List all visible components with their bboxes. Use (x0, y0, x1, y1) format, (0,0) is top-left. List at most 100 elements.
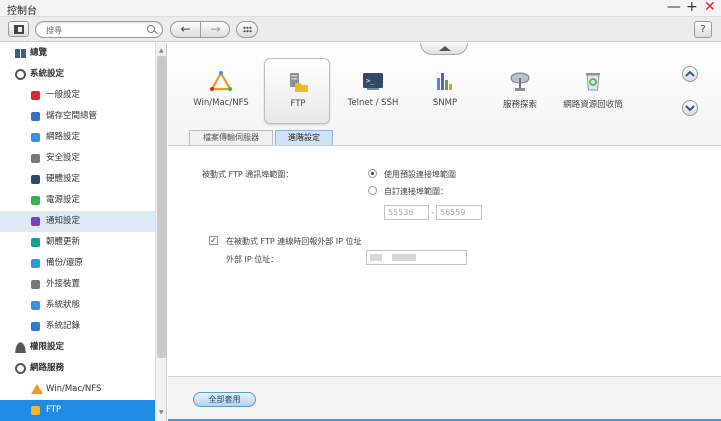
win-mac-nfs-icon (31, 384, 43, 394)
ftp-icon (31, 406, 40, 415)
sidebar-item-label: 韌體更新 (46, 237, 81, 247)
external-ip-label: 外部 IP 位址： (226, 255, 279, 264)
sidebar-item-win-mac-nfs[interactable]: Win/Mac/NFS (0, 379, 155, 400)
report-external-ip-label: 在被動式 FTP 連線時回報外部 IP 位址 (226, 237, 362, 246)
app-icon-panel: Win/Mac/NFS FTP >_ Telnet / SSH SNMP 服務探… (168, 43, 721, 146)
port-range-end-input[interactable]: 56559 (436, 205, 482, 220)
search-icon[interactable] (147, 25, 155, 33)
gear-icon (15, 69, 26, 80)
app-network-recycle-bin[interactable]: 網路資源回收筒 (560, 58, 626, 124)
firmware-icon (31, 238, 40, 247)
window-title: 控制台 (7, 6, 37, 17)
sidebar-item-lock[interactable]: 安全設定 (0, 148, 155, 169)
overview-icon (15, 49, 26, 58)
sidebar-item-label: 網路服務 (30, 363, 65, 373)
sidebar-item-label: 系統狀態 (46, 300, 81, 310)
general-settings-icon (31, 91, 40, 100)
sidebar-item-network-services[interactable]: 網路服務 (0, 358, 155, 379)
network-services-icon (15, 363, 26, 374)
storage-icon (31, 112, 40, 121)
footer-bar: 全部套用 (168, 376, 721, 421)
sidebar-item-label: 外接裝置 (46, 279, 81, 289)
sidebar-item-user[interactable]: 權限設定 (0, 337, 155, 358)
scroll-down-arrow[interactable]: ▼ (159, 409, 164, 416)
chevron-down-icon (685, 105, 695, 112)
help-button[interactable]: ? (694, 21, 712, 38)
default-port-range-label: 使用預設連接埠範圍 (384, 170, 456, 179)
sidebar-item-storage[interactable]: 儲存空間總管 (0, 106, 155, 127)
close-button[interactable]: ✕ (704, 0, 716, 16)
user-icon (15, 342, 26, 353)
sidebar-item-power[interactable]: 電源設定 (0, 190, 155, 211)
sidebar-item-system-log[interactable]: 系統記錄 (0, 316, 155, 337)
sidebar-item-label: 權限設定 (30, 342, 65, 352)
ftp-server-icon (290, 73, 308, 92)
power-icon (31, 196, 40, 205)
sidebar-item-backup[interactable]: 備份/還原 (0, 253, 155, 274)
sidebar-item-network[interactable]: 網路設定 (0, 127, 155, 148)
app-snmp[interactable]: SNMP (412, 58, 478, 124)
forward-button[interactable]: → (201, 22, 230, 37)
app-win-mac-nfs[interactable]: Win/Mac/NFS (188, 58, 254, 124)
sidebar-item-label: FTP (46, 405, 62, 415)
sidebar-item-label: 一般設定 (46, 90, 81, 100)
report-external-ip-checkbox[interactable]: ✓ (209, 236, 218, 245)
recycle-bin-icon (586, 73, 600, 91)
port-range-start-input[interactable]: 55536 (384, 205, 429, 220)
main-panel: Win/Mac/NFS FTP >_ Telnet / SSH SNMP 服務探… (168, 43, 721, 421)
app-ftp[interactable]: FTP (264, 58, 330, 124)
scroll-apps-up-button[interactable] (682, 66, 698, 82)
sidebar-item-label: 安全設定 (46, 153, 81, 163)
sidebar-item-gear[interactable]: 系統設定 (0, 64, 155, 85)
sidebar-item-label: 通知設定 (46, 216, 81, 226)
external-device-icon (31, 280, 40, 289)
notification-icon (31, 217, 40, 226)
sidebar-item-label: 總覽 (30, 48, 48, 58)
sidebar-item-ftp[interactable]: FTP (0, 400, 155, 421)
sidebar-item-hardware[interactable]: 硬體設定 (0, 169, 155, 190)
search-input[interactable] (46, 24, 141, 36)
sidebar-item-firmware[interactable]: 韌體更新 (0, 232, 155, 253)
maximize-button[interactable]: + (686, 0, 698, 16)
snmp-chart-icon (437, 73, 452, 90)
custom-port-range-label: 自訂連接埠範圍： (384, 187, 448, 196)
sidebar-item-general-settings[interactable]: 一般設定 (0, 85, 155, 106)
minimize-button[interactable]: — (667, 0, 681, 16)
search-box[interactable] (35, 21, 163, 38)
port-range-separator: - (431, 208, 434, 217)
default-port-range-radio[interactable] (368, 169, 377, 178)
masked-ip-segment (370, 254, 382, 261)
tab-advanced-settings[interactable]: 進階設定 (275, 130, 333, 145)
masked-ip-segment (392, 254, 416, 261)
sidebar-item-label: 硬體設定 (46, 174, 81, 184)
sidebar-item-label: 系統記錄 (46, 321, 81, 331)
apps-grid-button[interactable] (236, 21, 258, 38)
sidebar: 總覽系統設定一般設定儲存空間總管 網路設定安全設定硬體設定電源設定通知設定韌體更新… (0, 43, 167, 421)
sidebar-item-label: 備份/還原 (46, 258, 83, 268)
sidebar-item-overview[interactable]: 總覽 (0, 43, 155, 64)
sidebar-item-notification[interactable]: 通知設定 (0, 211, 155, 232)
scroll-apps-down-button[interactable] (682, 100, 698, 116)
custom-port-range-radio[interactable] (368, 186, 377, 195)
hardware-icon (31, 175, 40, 184)
lock-icon (31, 154, 40, 163)
tab-file-transfer-server[interactable]: 檔案傳輸伺服器 (189, 130, 273, 145)
app-label: 網路資源回收筒 (563, 100, 623, 110)
sidebar-scrollbar[interactable]: ▲ ▼ (155, 43, 166, 421)
sidebar-item-label: 電源設定 (46, 195, 81, 205)
scroll-thumb[interactable] (157, 56, 166, 358)
sidebar-item-system-status[interactable]: 系統狀態 (0, 295, 155, 316)
scroll-up-arrow[interactable]: ▲ (159, 47, 164, 54)
sidebar-item-external-device[interactable]: 外接裝置 (0, 274, 155, 295)
collapse-panel-button[interactable] (420, 43, 468, 55)
grid-icon (243, 26, 252, 33)
app-service-discovery[interactable]: 服務探索 (487, 58, 553, 124)
external-ip-input[interactable] (366, 250, 467, 265)
sidebar-toggle-icon (14, 25, 24, 34)
apply-all-button[interactable]: 全部套用 (193, 392, 256, 407)
sidebar-item-label: 系統設定 (30, 69, 65, 79)
app-telnet-ssh[interactable]: >_ Telnet / SSH (340, 58, 406, 124)
sidebar-toggle-button[interactable] (8, 21, 29, 37)
win-mac-nfs-icon (210, 70, 232, 91)
back-button[interactable]: ← (171, 22, 200, 37)
